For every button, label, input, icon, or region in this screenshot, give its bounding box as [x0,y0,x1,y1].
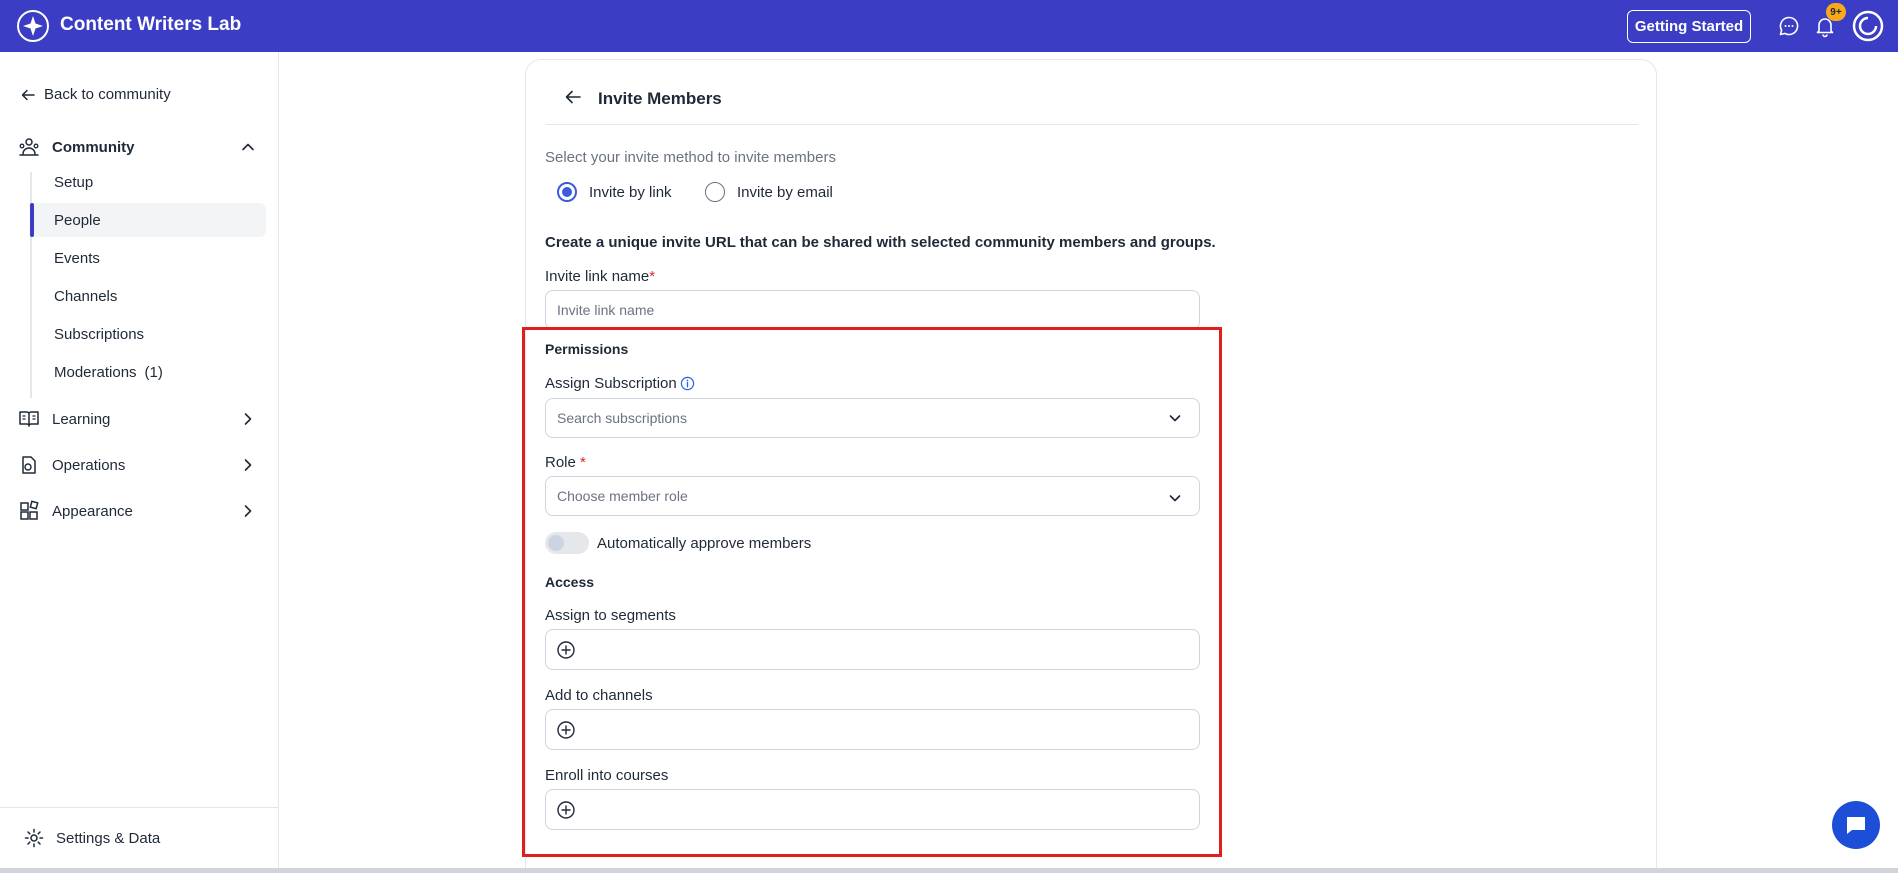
channels-label: Add to channels [545,687,653,704]
sidebar-item-learning[interactable]: Learning [18,404,258,434]
invite-link-name-label: Invite link name* [545,268,655,285]
sidebar-item-label: Channels [54,287,118,305]
sidebar-item-label: People [54,211,101,229]
chat-bubble-icon [1847,817,1865,834]
gear-icon [24,828,44,848]
getting-started-button[interactable]: Getting Started [1627,10,1751,43]
sidebar-item-appearance[interactable]: Appearance [18,496,258,526]
required-mark: * [580,454,586,471]
sidebar-item-label: Events [54,249,100,267]
page-title: Invite Members [598,89,722,108]
settings-footer: Settings & Data [0,807,279,873]
back-to-community-label: Back to community [44,86,171,103]
sidebar-item-community[interactable]: Community [18,132,258,162]
role-label: Role * [545,454,586,471]
sidebar-item-people[interactable]: People [30,203,266,237]
sidebar-item-subscriptions[interactable]: Subscriptions [30,317,266,351]
settings-and-data-link[interactable]: Settings & Data [24,828,160,848]
role-placeholder: Choose member role [557,488,688,504]
assign-subscription-text: Assign Subscription [545,375,677,392]
operations-icon [22,456,36,474]
chevron-down-icon[interactable] [1167,410,1183,426]
arrow-left-icon [21,89,35,100]
brand-logo-icon[interactable] [17,10,49,42]
invite-by-link-radio[interactable] [557,182,577,202]
avatar[interactable] [1852,10,1884,42]
chevron-down-icon[interactable] [1167,490,1183,506]
invite-link-name-input[interactable]: Invite link name [545,290,1200,330]
support-chat-button[interactable] [1832,801,1880,849]
sidebar-item-label: Subscriptions [54,325,145,343]
sidebar-item-setup[interactable]: Setup [30,165,266,199]
header-divider [546,124,1638,125]
invite-by-email-label[interactable]: Invite by email [737,184,833,201]
role-select[interactable]: Choose member role [545,476,1200,516]
back-arrow-icon[interactable] [563,87,583,107]
invite-link-name-text: Invite link name [545,268,650,285]
courses-field[interactable] [545,789,1200,830]
segments-field[interactable] [545,629,1200,670]
sidebar-item-label: Setup [54,173,94,191]
moderations-count: (1) [144,363,163,381]
book-icon [19,411,39,427]
sidebar-item-channels[interactable]: Channels [30,279,266,313]
sidebar-item-moderations[interactable]: Moderations (1) [30,355,266,389]
auto-approve-label: Automatically approve members [597,535,812,552]
sidebar-item-label: Appearance [52,502,133,520]
appearance-icon [20,500,39,520]
invite-members-card: Invite Members [525,59,1657,873]
bottom-scrollbar[interactable] [0,868,1898,873]
sidebar-item-operations[interactable]: Operations [18,450,258,480]
assign-subscription-label: Assign Subscription [545,375,695,392]
chat-icon[interactable] [1777,14,1801,38]
plus-circle-icon[interactable] [556,720,576,740]
plus-circle-icon[interactable] [556,800,576,820]
community-icon [19,138,39,156]
chevron-right-icon[interactable] [238,409,258,429]
sidebar-item-label: Community [52,138,135,156]
sidebar-item-label: Learning [52,410,111,428]
invite-by-email-radio[interactable] [705,182,725,202]
access-heading: Access [545,574,595,590]
subscription-placeholder: Search subscriptions [557,410,687,426]
sidebar-item-events[interactable]: Events [30,241,266,275]
chevron-right-icon[interactable] [238,455,258,475]
sidebar-item-label: Operations [52,456,126,474]
chevron-up-icon[interactable] [238,137,258,157]
channels-field[interactable] [545,709,1200,750]
info-icon[interactable] [680,376,695,391]
auto-approve-toggle[interactable] [545,532,589,554]
role-text: Role [545,454,576,471]
permissions-heading: Permissions [545,341,629,357]
top-bar: Content Writers Lab Getting Started 9+ [0,0,1898,52]
required-mark: * [649,268,656,285]
invite-by-link-label[interactable]: Invite by link [589,184,672,201]
sidebar-item-label: Moderations [54,363,137,381]
subscription-select[interactable]: Search subscriptions [545,398,1200,438]
sidebar: Back to community Community Setup People… [0,52,279,873]
brand-name[interactable]: Content Writers Lab [60,14,241,36]
chevron-right-icon[interactable] [238,501,258,521]
invite-method-prompt: Select your invite method to invite memb… [545,149,836,166]
invite-description: Create a unique invite URL that can be s… [545,234,1216,251]
invite-link-name-placeholder: Invite link name [557,302,655,318]
notification-badge: 9+ [1826,3,1846,21]
back-to-community-link[interactable]: Back to community [20,86,171,103]
courses-label: Enroll into courses [545,767,669,784]
segments-label: Assign to segments [545,607,676,624]
plus-circle-icon[interactable] [556,640,576,660]
settings-label: Settings & Data [56,829,161,847]
